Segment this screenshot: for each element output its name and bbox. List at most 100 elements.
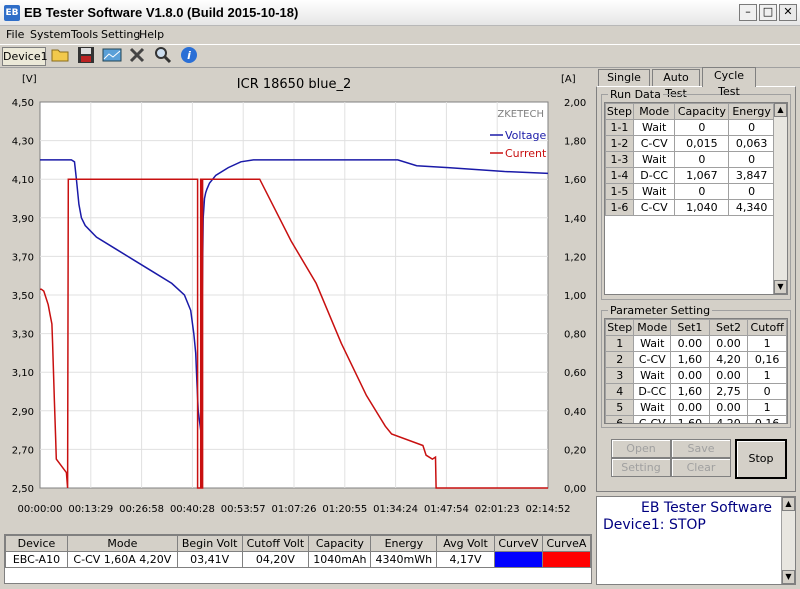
chart-area: ICR 18650 blue_2 [V] [A] ZKETECH 4,50 2,0… (0, 70, 594, 532)
save-disk-icon[interactable] (75, 46, 97, 68)
parameter-row[interactable]: 4 D-CC 1,60 2,75 0 (605, 383, 787, 400)
stop-button[interactable]: Stop (735, 439, 787, 479)
menu-setting[interactable]: Setting (101, 28, 140, 41)
parameter-grid[interactable]: Step Mode Set1 Set2 Cutoff 1 Wait 0.00 0.00 1 2 C-C… (604, 318, 788, 424)
run-data-cell: 1-6 (605, 199, 634, 216)
tools-icon[interactable] (127, 46, 149, 68)
curve-a-swatch (541, 551, 592, 568)
parameter-cell: 1 (605, 335, 635, 352)
menu-bar: File System Tools Setting Help (0, 26, 800, 44)
summary-header-cell: CurveV (493, 535, 543, 552)
x-tick: 00:13:29 (68, 504, 113, 515)
parameter-cell: 0.00 (670, 335, 710, 352)
parameter-header-cell: Set1 (670, 319, 710, 336)
chart-watermark: ZKETECH (497, 109, 544, 120)
run-data-row[interactable]: 1-6 C-CV 1,040 4,340 (605, 199, 775, 216)
summary-cell: 4,17V (436, 551, 495, 568)
parameter-cell: 2 (605, 351, 635, 368)
parameter-header-cell: Mode (633, 319, 672, 336)
parameter-row[interactable]: 1 Wait 0.00 0.00 1 (605, 335, 787, 352)
y-tick-right: 0,20 (564, 445, 586, 456)
run-data-grid[interactable]: Step Mode Capacity Energy 1-1 Wait 0 0 1-2 C-CV 0,… (604, 102, 788, 295)
x-tick: 01:07:26 (272, 504, 317, 515)
chart-image-icon[interactable] (101, 46, 123, 68)
maximize-button[interactable]: □ (759, 4, 777, 21)
run-data-cell: 0,015 (674, 135, 730, 152)
y-tick-left: 2,90 (12, 407, 34, 418)
y-tick-left: 3,50 (12, 291, 34, 302)
run-data-row[interactable]: 1-1 Wait 0 0 (605, 119, 775, 136)
parameter-cell: 6 (605, 415, 635, 423)
minimize-button[interactable]: – (739, 4, 757, 21)
run-data-cell: 3,847 (728, 167, 775, 184)
parameter-cell: 0.00 (708, 335, 749, 352)
run-data-row[interactable]: 1-4 D-CC 1,067 3,847 (605, 167, 775, 184)
y-tick-right: 1,40 (564, 214, 586, 225)
summary-header-cell: CurveA (541, 535, 592, 552)
device-tab[interactable]: Device1 (2, 47, 48, 66)
parameter-cell: Wait (633, 399, 672, 416)
status-scroll-down-icon[interactable]: ▼ (782, 570, 795, 584)
clear-button[interactable]: Clear (671, 458, 731, 477)
run-data-cell: Wait (632, 119, 676, 136)
title-bar: EB EB Tester Software V1.8.0 (Build 2015… (0, 0, 800, 26)
legend-voltage: Voltage (505, 129, 546, 142)
run-data-row[interactable]: 1-5 Wait 0 0 (605, 183, 775, 200)
y-axis-left-label: [V] (22, 74, 37, 85)
run-data-header-cell: Step (605, 103, 634, 120)
menu-system[interactable]: System (30, 28, 71, 41)
run-data-row[interactable]: 1-3 Wait 0 0 (605, 151, 775, 168)
tab-cycle-test[interactable]: Cycle Test (702, 67, 756, 98)
y-tick-left: 2,50 (12, 484, 34, 495)
status-scroll-up-icon[interactable]: ▲ (782, 497, 795, 511)
menu-file[interactable]: File (6, 28, 24, 41)
y-tick-right: 2,00 (564, 98, 586, 109)
scroll-down-icon[interactable]: ▼ (774, 280, 787, 294)
run-data-cell: 0 (728, 183, 775, 200)
status-scrollbar[interactable]: ▲ ▼ (781, 497, 795, 584)
y-tick-right: 1,80 (564, 137, 586, 148)
run-data-row[interactable]: 1-2 C-CV 0,015 0,063 (605, 135, 775, 152)
parameter-header-cell: Step (605, 319, 635, 336)
y-tick-right: 1,60 (564, 175, 586, 186)
summary-cell: C-CV 1,60A 4,20V (66, 551, 178, 568)
run-data-cell: Wait (632, 151, 676, 168)
y-tick-left: 4,50 (12, 98, 34, 109)
setting-button[interactable]: Setting (611, 458, 671, 477)
save-button[interactable]: Save (671, 439, 731, 458)
info-icon[interactable]: i (178, 46, 200, 68)
x-tick: 01:20:55 (322, 504, 367, 515)
open-button[interactable]: Open (611, 439, 671, 458)
x-tick: 00:53:57 (221, 504, 266, 515)
parameter-header-cell: Cutoff (747, 319, 787, 336)
toolbar: Device1 i (0, 44, 800, 68)
open-folder-icon[interactable] (50, 46, 72, 68)
summary-header-cell: Capacity (308, 535, 372, 552)
legend-current: Current (505, 147, 547, 160)
summary-header-cell: Cutoff Volt (241, 535, 310, 552)
chart-title: ICR 18650 blue_2 (237, 77, 351, 92)
parameter-cell: D-CC (633, 383, 672, 400)
parameter-row[interactable]: 5 Wait 0.00 0.00 1 (605, 399, 787, 416)
parameter-cell: C-CV (633, 415, 672, 423)
close-button[interactable]: ✕ (779, 4, 797, 21)
parameter-cell: 0,16 (747, 351, 787, 368)
parameter-cell: 0,16 (747, 415, 787, 423)
run-data-cell: 0 (728, 119, 775, 136)
tab-auto-test[interactable]: Auto Test (652, 69, 700, 100)
scroll-up-icon[interactable]: ▲ (774, 103, 787, 117)
menu-help[interactable]: Help (139, 28, 164, 41)
parameter-cell: 0.00 (670, 399, 710, 416)
parameter-row[interactable]: 6 C-CV 1,60 4,20 0,16 (605, 415, 787, 423)
run-data-cell: 0 (674, 119, 730, 136)
parameter-row[interactable]: 3 Wait 0.00 0.00 1 (605, 367, 787, 384)
y-tick-right: 0,40 (564, 407, 586, 418)
x-tick: 02:01:23 (475, 504, 520, 515)
parameter-row[interactable]: 2 C-CV 1,60 4,20 0,16 (605, 351, 787, 368)
run-data-scrollbar[interactable]: ▲ ▼ (773, 103, 787, 294)
run-data-cell: 0 (674, 151, 730, 168)
run-data-cell: C-CV (632, 199, 676, 216)
tab-single-test[interactable]: Single Test (598, 69, 650, 100)
menu-tools[interactable]: Tools (71, 28, 98, 41)
zoom-icon[interactable] (152, 46, 174, 68)
